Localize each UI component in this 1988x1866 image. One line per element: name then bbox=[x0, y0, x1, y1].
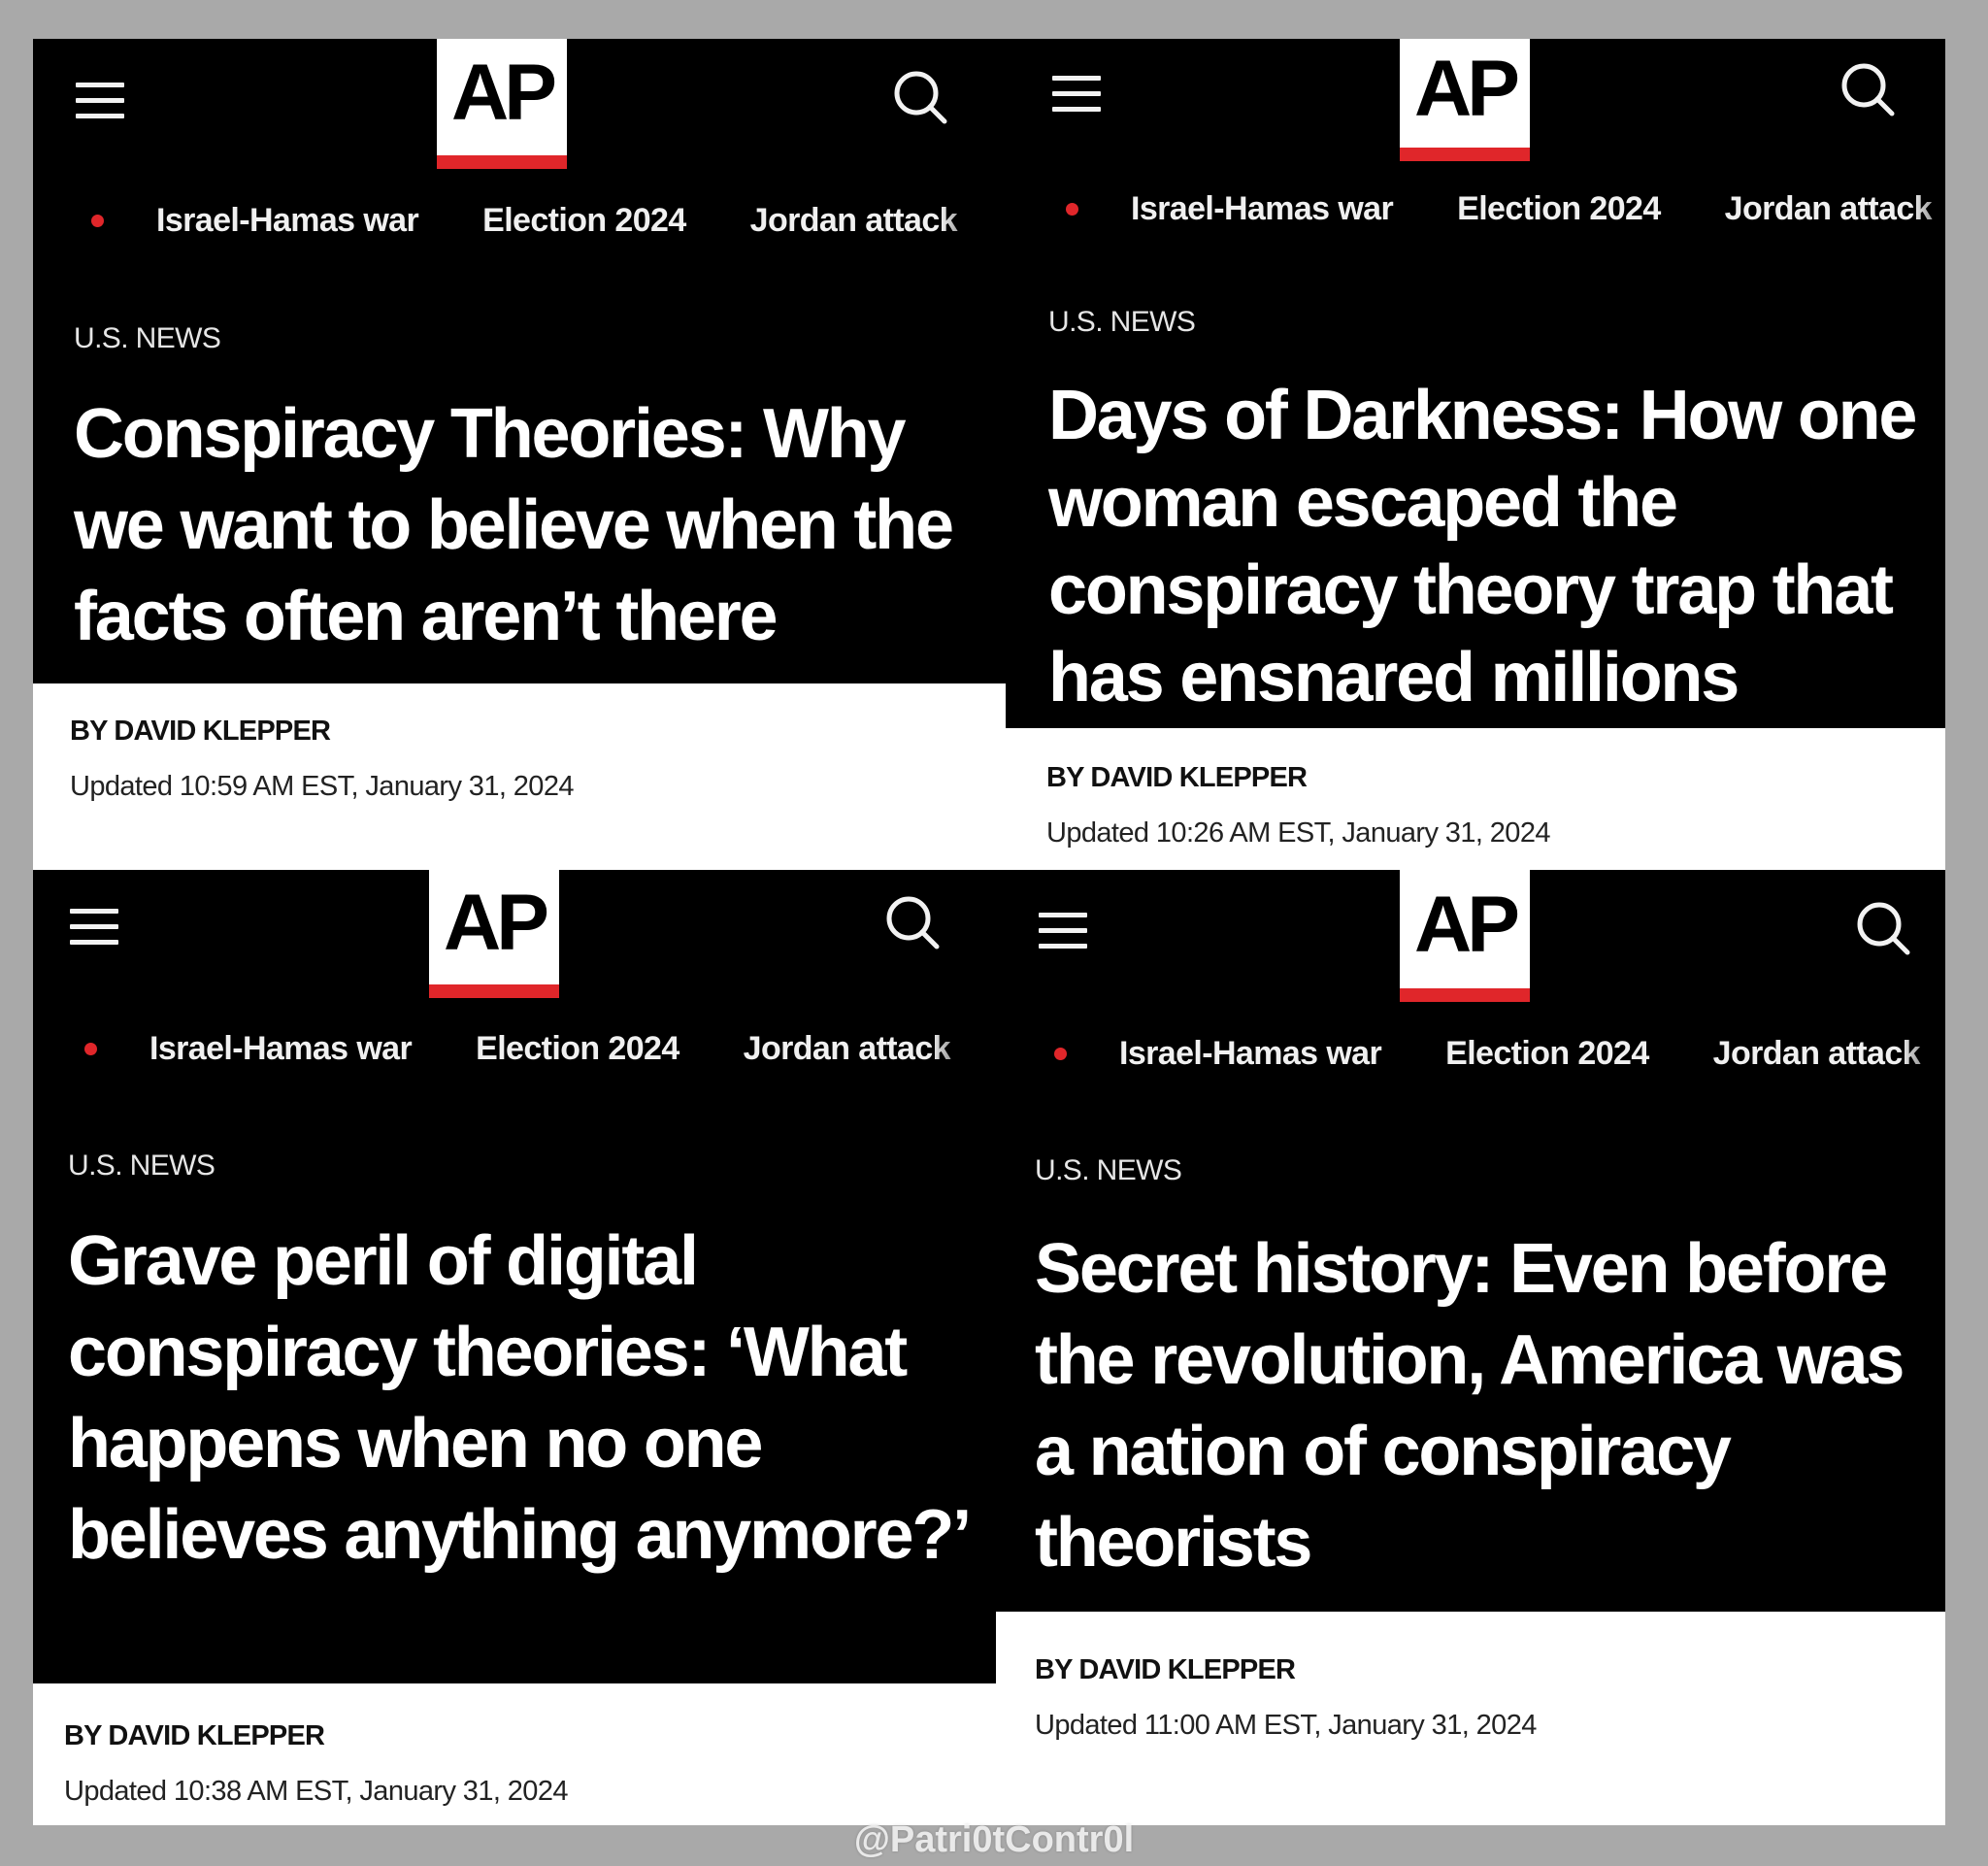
live-dot-icon bbox=[1066, 202, 1078, 216]
search-icon[interactable] bbox=[1854, 899, 1912, 957]
ap-logo-text: AP bbox=[1414, 45, 1520, 133]
section-label[interactable]: U.S. NEWS bbox=[1048, 306, 1196, 339]
nav-item-jordan-attack[interactable]: Jordan attack bbox=[1725, 190, 1933, 228]
nav-bar: Israel-Hamas war Election 2024 Jordan at… bbox=[84, 1029, 989, 1068]
headline[interactable]: Days of Darkness: How one woman escaped … bbox=[1048, 372, 1941, 721]
updated-timestamp: Updated 10:38 AM EST, January 31, 2024 bbox=[64, 1776, 569, 1807]
nav-item-election-2024[interactable]: Election 2024 bbox=[1445, 1035, 1649, 1073]
section-label[interactable]: U.S. NEWS bbox=[68, 1150, 215, 1183]
byline[interactable]: BY DAVID KLEPPER bbox=[64, 1720, 325, 1752]
article-panel-3: AP Israel-Hamas war Election 2024 Jordan… bbox=[33, 870, 996, 1825]
article-panel-4: AP Israel-Hamas war Election 2024 Jordan… bbox=[996, 870, 1945, 1825]
nav-item-jordan-attack[interactable]: Jordan attack bbox=[1713, 1035, 1921, 1073]
headline[interactable]: Grave peril of digital conspiracy theori… bbox=[68, 1216, 990, 1581]
search-icon[interactable] bbox=[883, 893, 942, 951]
live-dot-icon bbox=[84, 1042, 97, 1055]
nav-bar: Israel-Hamas war Election 2024 Jordan at… bbox=[1066, 189, 1945, 228]
nav-item-election-2024[interactable]: Election 2024 bbox=[482, 202, 686, 240]
search-icon[interactable] bbox=[1839, 60, 1897, 118]
menu-icon[interactable] bbox=[76, 83, 124, 119]
menu-icon[interactable] bbox=[1039, 913, 1087, 950]
article-panel-2: AP Israel-Hamas war Election 2024 Jordan… bbox=[1006, 39, 1945, 870]
nav-item-election-2024[interactable]: Election 2024 bbox=[476, 1030, 679, 1068]
headline[interactable]: Secret history: Even before the revoluti… bbox=[1035, 1223, 1908, 1588]
byline[interactable]: BY DAVID KLEPPER bbox=[70, 716, 331, 748]
watermark: @Patri0tContr0l bbox=[853, 1819, 1135, 1860]
nav-item-israel-hamas-war[interactable]: Israel-Hamas war bbox=[149, 1030, 413, 1068]
live-dot-icon bbox=[1054, 1047, 1067, 1060]
nav-item-election-2024[interactable]: Election 2024 bbox=[1457, 190, 1661, 228]
nav-item-jordan-attack[interactable]: Jordan attack bbox=[744, 1030, 951, 1068]
ap-logo-text: AP bbox=[444, 879, 549, 967]
updated-timestamp: Updated 10:59 AM EST, January 31, 2024 bbox=[70, 771, 575, 802]
updated-timestamp: Updated 11:00 AM EST, January 31, 2024 bbox=[1035, 1710, 1537, 1741]
ap-logo[interactable]: AP bbox=[1400, 39, 1530, 161]
headline[interactable]: Conspiracy Theories: Why we want to beli… bbox=[74, 388, 986, 662]
search-icon[interactable] bbox=[891, 68, 949, 126]
section-label[interactable]: U.S. NEWS bbox=[74, 322, 221, 355]
ap-logo[interactable]: AP bbox=[429, 870, 559, 998]
ap-logo-text: AP bbox=[451, 49, 557, 137]
ap-logo[interactable]: AP bbox=[1400, 870, 1530, 1002]
nav-item-israel-hamas-war[interactable]: Israel-Hamas war bbox=[1119, 1035, 1382, 1073]
nav-bar: Israel-Hamas war Election 2024 Jordan at… bbox=[91, 201, 999, 240]
ap-logo[interactable]: AP bbox=[437, 39, 567, 169]
menu-icon[interactable] bbox=[70, 909, 118, 946]
ap-logo-text: AP bbox=[1414, 881, 1520, 969]
byline[interactable]: BY DAVID KLEPPER bbox=[1046, 762, 1308, 794]
article-panel-1: AP Israel-Hamas war Election 2024 Jordan… bbox=[33, 39, 1006, 870]
nav-item-israel-hamas-war[interactable]: Israel-Hamas war bbox=[156, 202, 419, 240]
nav-bar: Israel-Hamas war Election 2024 Jordan at… bbox=[1054, 1034, 1945, 1073]
menu-icon[interactable] bbox=[1052, 76, 1101, 113]
live-dot-icon bbox=[91, 214, 104, 227]
byline[interactable]: BY DAVID KLEPPER bbox=[1035, 1654, 1296, 1686]
section-label[interactable]: U.S. NEWS bbox=[1035, 1154, 1182, 1187]
nav-item-israel-hamas-war[interactable]: Israel-Hamas war bbox=[1131, 190, 1394, 228]
nav-item-jordan-attack[interactable]: Jordan attack bbox=[750, 202, 958, 240]
updated-timestamp: Updated 10:26 AM EST, January 31, 2024 bbox=[1046, 817, 1551, 849]
